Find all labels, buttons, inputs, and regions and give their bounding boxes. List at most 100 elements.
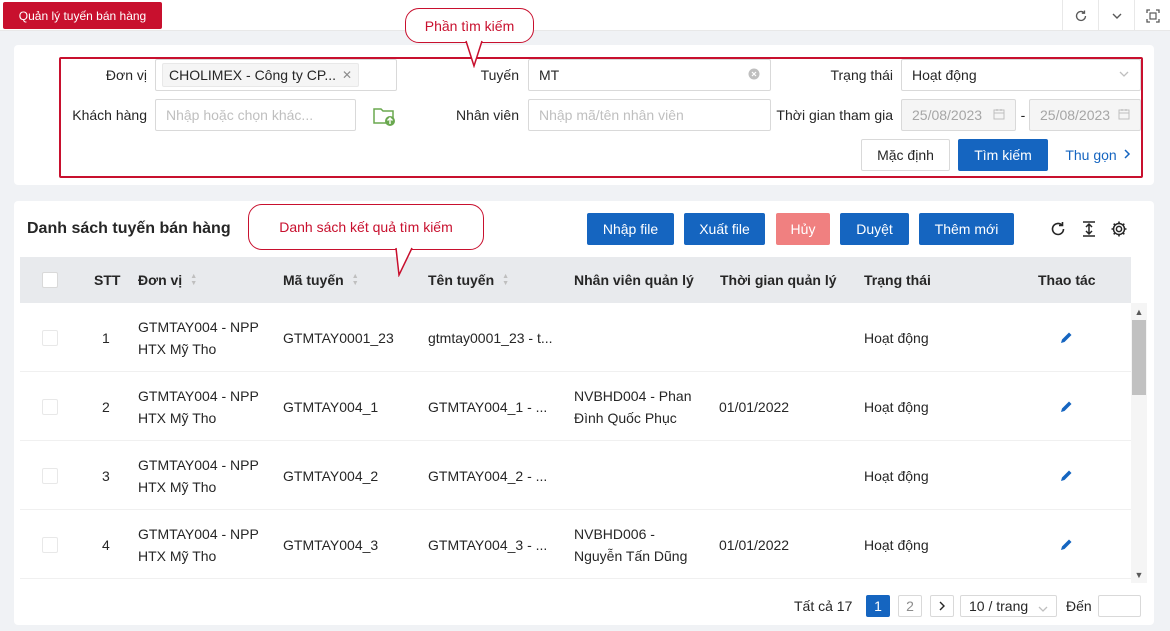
col-don-vi[interactable]: Đơn vị ▲ ▼ (138, 257, 197, 303)
tab-quan-ly-tuyen[interactable]: Quản lý tuyến bán hàng (3, 2, 162, 29)
cell-ma-tuyen: GTMTAY0001_23 (283, 329, 394, 346)
table-row[interactable]: 3 GTMTAY004 - NPP HTX Mỹ Tho GTMTAY004_2… (20, 441, 1131, 510)
goto-input[interactable] (1098, 595, 1141, 617)
nhan-vien-label: Nhân viên (455, 107, 519, 123)
don-vi-line-1: GTMTAY004 - NPP (138, 318, 259, 335)
approve-button[interactable]: Duyệt (840, 213, 909, 245)
date-to-input[interactable]: 25/08/2023 (1029, 99, 1141, 131)
cell-don-vi: GTMTAY004 - NPP HTX Mỹ Tho (138, 372, 259, 441)
cell-stt: 4 (102, 536, 110, 553)
table-body: 1 GTMTAY004 - NPP HTX Mỹ Tho GTMTAY0001_… (20, 303, 1131, 579)
select-all-checkbox[interactable] (42, 257, 58, 303)
khach-hang-label: Khách hàng (72, 107, 147, 123)
cell-ten-tuyen: GTMTAY004_2 - ... (428, 467, 548, 484)
row-checkbox[interactable] (42, 303, 58, 372)
don-vi-line-1: GTMTAY004 - NPP (138, 456, 259, 473)
sort-icon[interactable]: ▲ ▼ (352, 273, 359, 287)
don-vi-select[interactable]: CHOLIMEX - Công ty CP... ✕ (155, 59, 397, 91)
don-vi-line-2: HTX Mỹ Tho (138, 478, 217, 495)
khach-hang-input[interactable]: Nhập hoặc chọn khác... (155, 99, 356, 131)
don-vi-line-2: HTX Mỹ Tho (138, 409, 217, 426)
cell-don-vi: GTMTAY004 - NPP HTX Mỹ Tho (138, 510, 259, 579)
nhan-vien-line-2: Đình Quốc Phục (574, 409, 677, 426)
sort-icon[interactable]: ▲ ▼ (502, 273, 509, 287)
cell-thoi-gian: 01/01/2022 (719, 398, 790, 415)
edit-icon[interactable] (1059, 303, 1073, 372)
cell-ma-tuyen: GTMTAY004_3 (283, 536, 379, 553)
cell-trang-thai: Hoạt động (864, 398, 929, 415)
col-ten-tuyen[interactable]: Tên tuyến ▲ ▼ (428, 257, 509, 303)
page-1-button[interactable]: 1 (866, 595, 890, 617)
don-vi-tag-label: CHOLIMEX - Công ty CP... (169, 67, 337, 83)
table-header: STT Đơn vị ▲ ▼ Mã tuyến ▲ ▼ Tên tuyến ▲ ▼ N… (20, 257, 1131, 303)
cell-ma-tuyen: GTMTAY004_1 (283, 398, 379, 415)
add-button[interactable]: Thêm mới (919, 213, 1014, 245)
trang-thai-value: Hoạt động (912, 67, 977, 83)
tab-bar: Quản lý tuyến bán hàng (0, 0, 1170, 31)
search-button[interactable]: Tìm kiếm (958, 139, 1048, 171)
scrollbar-thumb[interactable] (1132, 320, 1146, 395)
goto-label: Đến (1066, 598, 1092, 614)
settings-icon[interactable] (1110, 220, 1128, 241)
row-checkbox[interactable] (42, 510, 58, 579)
cell-trang-thai: Hoạt động (864, 329, 929, 346)
cell-trang-thai: Hoạt động (864, 536, 929, 553)
tuyen-input[interactable]: MT (528, 59, 771, 91)
folder-upload-icon[interactable] (373, 105, 397, 130)
close-icon[interactable]: ✕ (342, 68, 352, 82)
table-row[interactable]: 1 GTMTAY004 - NPP HTX Mỹ Tho GTMTAY0001_… (20, 303, 1131, 372)
list-callout: Danh sách kết quả tìm kiếm (248, 204, 484, 250)
col-ten-tuyen-label: Tên tuyến (428, 272, 495, 288)
cell-don-vi: GTMTAY004 - NPP HTX Mỹ Tho (138, 303, 259, 372)
khach-hang-placeholder: Nhập hoặc chọn khác... (166, 107, 314, 123)
edit-icon[interactable] (1059, 441, 1073, 510)
cancel-button[interactable]: Hủy (776, 213, 830, 245)
nhan-vien-line-1: NVBHD006 - (574, 525, 655, 542)
chevron-down-icon[interactable] (1098, 0, 1134, 31)
don-vi-label: Đơn vị (105, 67, 147, 83)
edit-icon[interactable] (1059, 510, 1073, 579)
list-callout-pointer (395, 247, 413, 277)
next-page-icon[interactable] (930, 595, 954, 617)
nhan-vien-input[interactable]: Nhập mã/tên nhân viên (528, 99, 771, 131)
chevron-down-icon (1038, 601, 1048, 617)
default-button[interactable]: Mặc định (861, 139, 950, 171)
page-size-select[interactable]: 10 / trang (960, 595, 1057, 617)
page-2-button[interactable]: 2 (898, 595, 922, 617)
tuyen-label: Tuyến (480, 67, 519, 83)
col-don-vi-label: Đơn vị (138, 272, 183, 288)
nhan-vien-line-1: NVBHD004 - Phan (574, 387, 692, 404)
reload-icon[interactable] (1049, 220, 1067, 241)
cell-trang-thai: Hoạt động (864, 467, 929, 484)
row-checkbox[interactable] (42, 372, 58, 441)
col-ma-tuyen[interactable]: Mã tuyến ▲ ▼ (283, 257, 359, 303)
trang-thai-label: Trạng thái (830, 67, 893, 83)
chevron-right-icon (1123, 147, 1131, 163)
refresh-icon[interactable] (1062, 0, 1098, 31)
page-size-value: 10 / trang (969, 598, 1029, 614)
tuyen-value: MT (539, 67, 560, 83)
sort-icon[interactable]: ▲ ▼ (190, 273, 197, 287)
edit-icon[interactable] (1059, 372, 1073, 441)
table-row[interactable]: 4 GTMTAY004 - NPP HTX Mỹ Tho GTMTAY004_3… (20, 510, 1131, 579)
col-ma-tuyen-label: Mã tuyến (283, 272, 344, 288)
cell-thoi-gian: 01/01/2022 (719, 536, 790, 553)
scroll-up-icon[interactable]: ▲ (1132, 305, 1146, 319)
export-button[interactable]: Xuất file (684, 213, 765, 245)
cell-ten-tuyen: gtmtay0001_23 - t... (428, 329, 553, 346)
don-vi-line-2: HTX Mỹ Tho (138, 547, 217, 564)
collapse-button[interactable]: Thu gọn (1058, 139, 1138, 171)
trang-thai-select[interactable]: Hoạt động (901, 59, 1141, 91)
row-checkbox[interactable] (42, 441, 58, 510)
column-height-icon[interactable] (1080, 220, 1098, 241)
fullscreen-icon[interactable] (1134, 0, 1170, 31)
chevron-down-icon (1118, 68, 1130, 83)
cell-ten-tuyen: GTMTAY004_1 - ... (428, 398, 548, 415)
cell-stt: 3 (102, 467, 110, 484)
table-row[interactable]: 2 GTMTAY004 - NPP HTX Mỹ Tho GTMTAY004_1… (20, 372, 1131, 441)
col-stt: STT (94, 272, 121, 288)
clear-icon[interactable] (748, 68, 760, 83)
import-button[interactable]: Nhập file (587, 213, 674, 245)
date-from-input[interactable]: 25/08/2023 (901, 99, 1016, 131)
scroll-down-icon[interactable]: ▼ (1132, 568, 1146, 582)
